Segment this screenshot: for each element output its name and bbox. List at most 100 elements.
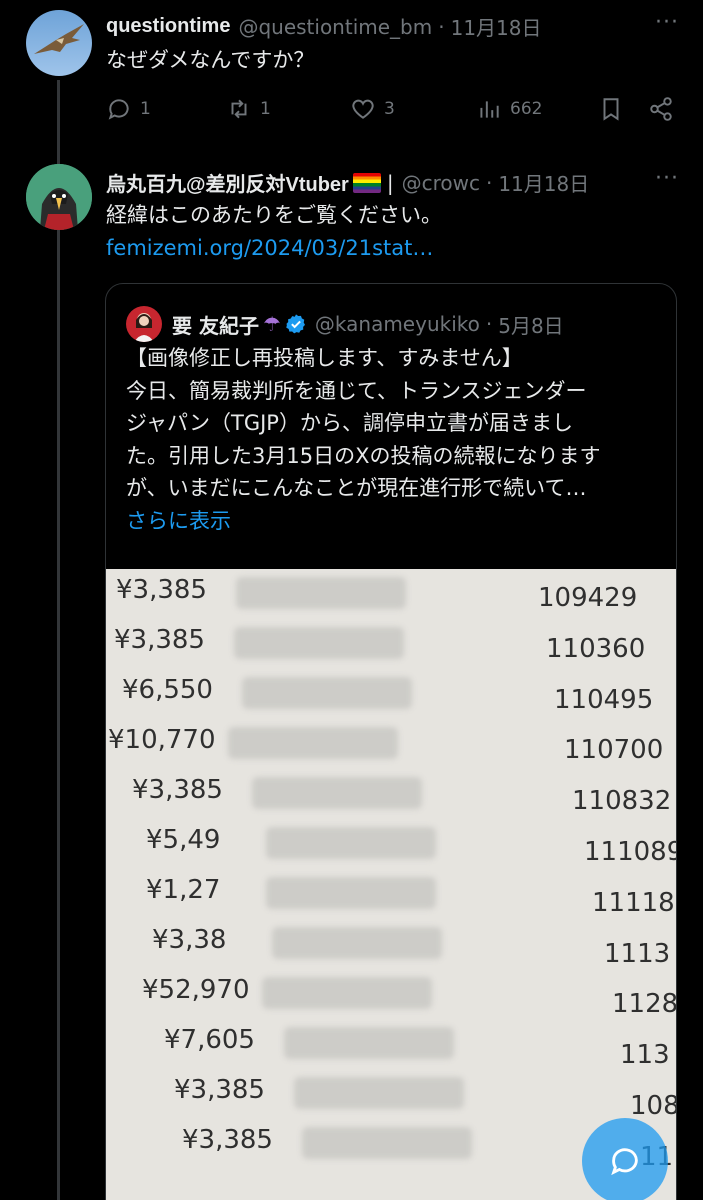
photo-receipt-row: ¥10,770 110700 (106, 719, 676, 766)
reply-button[interactable]: 1 (106, 96, 151, 122)
quoted-tweet-header: 要 友紀子 ☂ @kanameyukiko · 5月8日 (126, 306, 564, 342)
bookmark-button[interactable] (598, 96, 632, 122)
redacted-text (234, 627, 404, 659)
reply-icon (108, 99, 129, 120)
quoted-text-line: 今日、簡易裁判所を通じて、トランスジェンダー (126, 378, 587, 403)
tweet-link[interactable]: femizemi.org/2024/03/21stat… (106, 233, 433, 263)
receipt-number: 110360 (546, 633, 646, 664)
receipt-amount: ¥3,385 (132, 775, 223, 805)
receipt-amount: ¥1,27 (146, 875, 221, 905)
tweet-timestamp[interactable]: 11月18日 (451, 12, 542, 41)
quoted-text-line: た。引用した3月15日のXの投稿の続報になります (126, 443, 601, 468)
retweet-count: 1 (260, 99, 271, 119)
separator-dot: · (438, 14, 445, 39)
views-count: 662 (510, 99, 543, 119)
more-options-button[interactable]: ··· (655, 10, 679, 35)
redacted-text (266, 827, 436, 859)
receipt-number: 110832 (572, 786, 672, 817)
redacted-text (252, 777, 422, 809)
receipt-amount: ¥5,49 (146, 825, 221, 855)
like-count: 3 (384, 99, 395, 119)
name-divider: | (386, 170, 394, 195)
attached-photo[interactable]: ¥3,385 109429 ¥3,385 110360 ¥6,550 110495 ¥10,… (106, 569, 677, 1200)
quoted-text-line: が、いまだにこんなことが現在進行形で続いて… (126, 476, 587, 500)
thread-line (57, 80, 60, 1200)
views-button[interactable]: 662 (476, 96, 542, 122)
photo-receipt-row: ¥6,550 110495 (106, 669, 676, 715)
receipt-amount: ¥3,38 (152, 925, 227, 955)
quoted-tweet-text: 【画像修正し再投稿します、すみません】 今日、簡易裁判所を通じて、トランスジェン… (126, 342, 666, 537)
bookmark-icon (603, 98, 619, 121)
redacted-text (262, 977, 432, 1009)
user-handle[interactable]: @crowc (402, 171, 480, 195)
quoted-tweet-card[interactable]: 要 友紀子 ☂ @kanameyukiko · 5月8日 【画像修正し再投稿しま… (105, 283, 677, 1200)
show-more-link[interactable]: さらに表示 (126, 505, 666, 538)
redacted-text (272, 927, 442, 959)
user-handle[interactable]: @questiontime_bm (238, 15, 432, 39)
hawk-avatar-image (26, 10, 92, 76)
receipt-number: 109429 (538, 583, 638, 613)
tweet-header: 烏丸百九@差別反対Vtuber | @crowc · 11月18日 (106, 168, 589, 197)
photo-receipt-row: ¥52,970 1128 (106, 969, 676, 1019)
receipt-amount: ¥7,605 (164, 1025, 255, 1055)
like-button[interactable]: 3 (350, 96, 395, 122)
tweet-text: なぜダメなんですか？ (106, 48, 315, 72)
receipt-amount: ¥3,385 (114, 625, 205, 655)
tweet-text: 経緯はこのあたりをご覧ください。 (106, 203, 442, 227)
display-name[interactable]: questiontime (106, 15, 230, 38)
photo-receipt-row: ¥3,385 110360 (106, 619, 676, 665)
quoted-user-handle[interactable]: @kanameyukiko (315, 312, 480, 336)
photo-receipt-row: ¥3,385 110832 (106, 769, 676, 817)
photo-receipt-row: ¥3,38 1113 (106, 919, 676, 969)
profile-photo-image (126, 306, 162, 342)
avatar-kanameyukiko[interactable] (126, 306, 162, 342)
photo-receipt-row: ¥3,385 109429 (106, 569, 676, 615)
quoted-timestamp[interactable]: 5月8日 (498, 310, 563, 339)
quoted-display-name[interactable]: 要 友紀子 (172, 310, 259, 339)
display-name[interactable]: 烏丸百九@差別反対Vtuber (106, 168, 349, 197)
verified-icon (286, 314, 305, 334)
receipt-amount: ¥3,385 (182, 1125, 273, 1155)
more-options-button[interactable]: ··· (655, 166, 679, 191)
retweet-button[interactable]: 1 (226, 96, 271, 122)
share-icon (650, 97, 672, 121)
receipt-number: 113 (620, 1040, 670, 1071)
receipt-number: 111089 (584, 837, 677, 867)
receipt-amount: ¥10,770 (108, 725, 216, 755)
separator-dot: · (485, 170, 493, 195)
photo-receipt-row: ¥5,49 111089 (106, 819, 677, 867)
redacted-text (242, 677, 412, 709)
receipt-amount: ¥52,970 (142, 975, 250, 1005)
receipt-number: 1113 (604, 938, 671, 969)
quoted-text-line: ジャパン（TGJP）から、調停申立書が届きまし (126, 411, 573, 435)
receipt-number: 110700 (564, 735, 664, 766)
tweet-header: questiontime @questiontime_bm · 11月18日 (106, 12, 542, 41)
receipt-amount: ¥6,550 (122, 675, 213, 705)
photo-receipt-row: ¥7,605 113 (106, 1019, 676, 1070)
receipt-amount: ¥3,385 (116, 575, 207, 605)
retweet-icon (231, 99, 247, 119)
avatar-questiontime[interactable] (26, 10, 92, 76)
photo-receipt-row: ¥3,385 108 (106, 1069, 676, 1121)
redacted-text (228, 727, 398, 759)
compose-reply-icon (611, 1148, 638, 1176)
quoted-text-line: 【画像修正し再投稿します、すみません】 (126, 346, 523, 370)
separator-dot: · (485, 312, 493, 336)
avatar-crowc[interactable] (26, 164, 92, 230)
receipt-amount: ¥3,385 (174, 1075, 265, 1105)
like-icon (352, 99, 374, 119)
photo-receipt-row: ¥1,27 11118 (106, 869, 676, 918)
crow-vtuber-avatar-image (26, 164, 92, 230)
umbrella-icon: ☂ (262, 312, 281, 336)
tweet-timestamp[interactable]: 11月18日 (498, 168, 589, 197)
receipt-number: 110495 (554, 684, 654, 715)
tweet-actions: 1 1 3 662 (106, 96, 678, 130)
receipt-number: 1128 (612, 989, 677, 1020)
share-button[interactable] (648, 96, 682, 122)
redacted-text (284, 1027, 454, 1059)
redacted-text (302, 1127, 472, 1159)
views-icon (480, 101, 499, 118)
redacted-text (294, 1077, 464, 1109)
compose-reply-button[interactable] (582, 1118, 668, 1200)
receipt-number: 108 (630, 1091, 677, 1121)
